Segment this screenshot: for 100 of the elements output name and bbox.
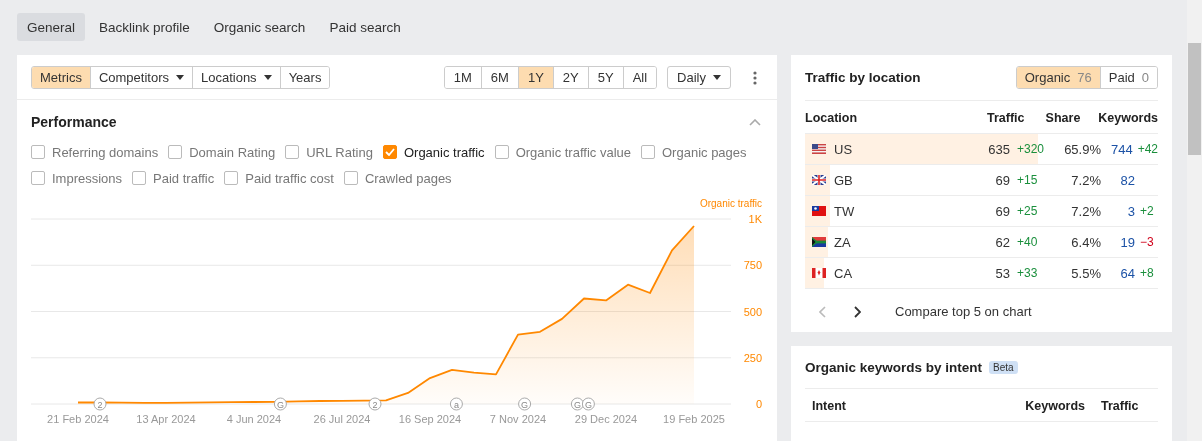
y-axis-label: 750 — [743, 259, 762, 272]
section-title: Performance — [31, 114, 117, 130]
view-button[interactable]: Metrics — [32, 67, 90, 88]
annotation-marker[interactable]: 2 — [368, 397, 382, 411]
checkbox-label: Referring domains — [52, 144, 159, 160]
keywords-link[interactable]: 82 — [1120, 172, 1135, 188]
share-value: 5.5% — [1070, 265, 1101, 281]
card-title: Organic keywords by intent — [805, 360, 983, 375]
share-value: 65.9% — [1063, 141, 1101, 157]
annotation-marker[interactable]: G — [518, 397, 532, 411]
checkbox-label: Organic traffic — [403, 144, 485, 160]
checkbox[interactable] — [224, 171, 239, 185]
x-axis-label: 21 Feb 2024 — [47, 413, 109, 425]
nav-tab[interactable]: Organic search — [203, 13, 316, 41]
location-name: GB — [834, 172, 853, 188]
range-button[interactable]: 1Y — [517, 67, 553, 88]
annotation-marker[interactable]: G — [273, 397, 287, 411]
caret-icon — [175, 75, 184, 80]
compare-link[interactable]: Compare top 5 on chart — [895, 304, 1032, 319]
annotation: 2 — [97, 399, 103, 410]
keywords-link[interactable]: 64 — [1120, 265, 1135, 281]
next-icon[interactable] — [853, 305, 861, 318]
keywords-link[interactable]: 3 — [1127, 203, 1135, 219]
annotation: a — [453, 399, 459, 410]
checkbox-label: Domain Rating — [189, 144, 276, 160]
chevron-icon[interactable] — [749, 118, 761, 126]
traffic-change: +15 — [1017, 172, 1039, 188]
traffic-value: 69 — [995, 203, 1010, 219]
traffic-change: +25 — [1017, 203, 1039, 219]
checkbox[interactable] — [285, 145, 300, 159]
flag-icon — [812, 206, 826, 216]
x-axis-label: 19 Feb 2025 — [663, 413, 725, 425]
location-name: TW — [834, 203, 855, 219]
source-toggle[interactable]: Organic 76 — [1016, 67, 1100, 88]
more-options-icon[interactable] — [753, 70, 757, 85]
legend-label: Organic traffic — [699, 198, 762, 209]
checkbox-label: Organic traffic value — [515, 144, 631, 160]
checkbox[interactable] — [494, 145, 509, 159]
flag-icon — [812, 237, 826, 247]
y-axis-label: 0 — [755, 398, 762, 410]
view-button[interactable]: Years — [279, 67, 330, 88]
checkbox[interactable] — [343, 171, 358, 185]
column-header: Share — [1034, 101, 1081, 134]
annotation-marker[interactable]: a — [449, 397, 463, 411]
y-axis-label: 500 — [743, 305, 762, 318]
annotation: 2 — [372, 399, 378, 410]
source-toggle[interactable]: Paid 0 — [1099, 67, 1157, 88]
y-axis-label: 250 — [743, 351, 762, 364]
checkbox-label: URL Rating — [306, 144, 373, 160]
checkbox[interactable] — [132, 171, 147, 185]
share-value: 7.2% — [1070, 172, 1101, 188]
checkbox-label: Organic pages — [662, 144, 747, 160]
checkbox-label: Paid traffic — [153, 170, 215, 186]
column-header: Traffic — [907, 101, 1035, 134]
share-value: 6.4% — [1070, 234, 1101, 250]
interval-dropdown[interactable]: Daily — [667, 66, 731, 89]
checkbox[interactable] — [31, 171, 45, 185]
scrollbar-thumb[interactable] — [1188, 43, 1201, 155]
column-header: Intent — [812, 399, 848, 413]
checkbox[interactable] — [382, 145, 397, 159]
nav-tab[interactable]: Paid search — [319, 13, 411, 41]
flag-icon — [812, 144, 826, 154]
checkbox-label: Paid traffic cost — [245, 170, 334, 186]
y-axis-label: 1K — [748, 213, 762, 225]
traffic-change: +40 — [1017, 234, 1039, 250]
share-value: 7.2% — [1070, 203, 1101, 219]
location-name: CA — [834, 265, 853, 281]
caret-icon — [713, 75, 721, 80]
annotation-marker[interactable]: 2 — [93, 397, 107, 411]
scrollbar[interactable] — [1187, 0, 1202, 441]
annotation-marker[interactable]: G — [581, 397, 595, 411]
keywords-change: −3 — [1140, 234, 1155, 250]
checkbox[interactable] — [168, 145, 183, 159]
x-axis-label: 7 Nov 2024 — [489, 413, 547, 425]
checkbox-label: Impressions — [52, 170, 123, 186]
keywords-link[interactable]: 744 — [1110, 141, 1133, 157]
x-axis-label: 13 Apr 2024 — [136, 413, 196, 425]
checkbox-label: Crawled pages — [364, 170, 452, 186]
keywords-change: +8 — [1140, 265, 1155, 281]
location-name: US — [834, 141, 853, 157]
checkbox[interactable] — [641, 145, 655, 159]
nav-tab[interactable]: General — [17, 13, 86, 41]
beta-badge: Beta — [989, 361, 1018, 374]
x-axis-label: 26 Jul 2024 — [313, 413, 371, 425]
keywords-change: +2 — [1140, 203, 1155, 219]
flag-icon — [812, 268, 826, 278]
checkbox[interactable] — [31, 145, 45, 159]
traffic-value: 635 — [988, 141, 1010, 157]
traffic-value: 69 — [995, 172, 1010, 188]
column-header: Keywords — [1025, 399, 1085, 413]
column-header: Location — [805, 101, 908, 134]
traffic-change: +33 — [1017, 265, 1039, 281]
flag-icon — [812, 175, 826, 185]
caret-icon — [263, 75, 272, 80]
traffic-value: 53 — [995, 265, 1010, 281]
keywords-change: +42 — [1137, 141, 1158, 157]
nav-tab[interactable]: Backlink profile — [89, 13, 200, 41]
keywords-link[interactable]: 19 — [1120, 234, 1135, 250]
range-button[interactable]: All — [622, 67, 657, 88]
traffic-value: 62 — [995, 234, 1010, 250]
